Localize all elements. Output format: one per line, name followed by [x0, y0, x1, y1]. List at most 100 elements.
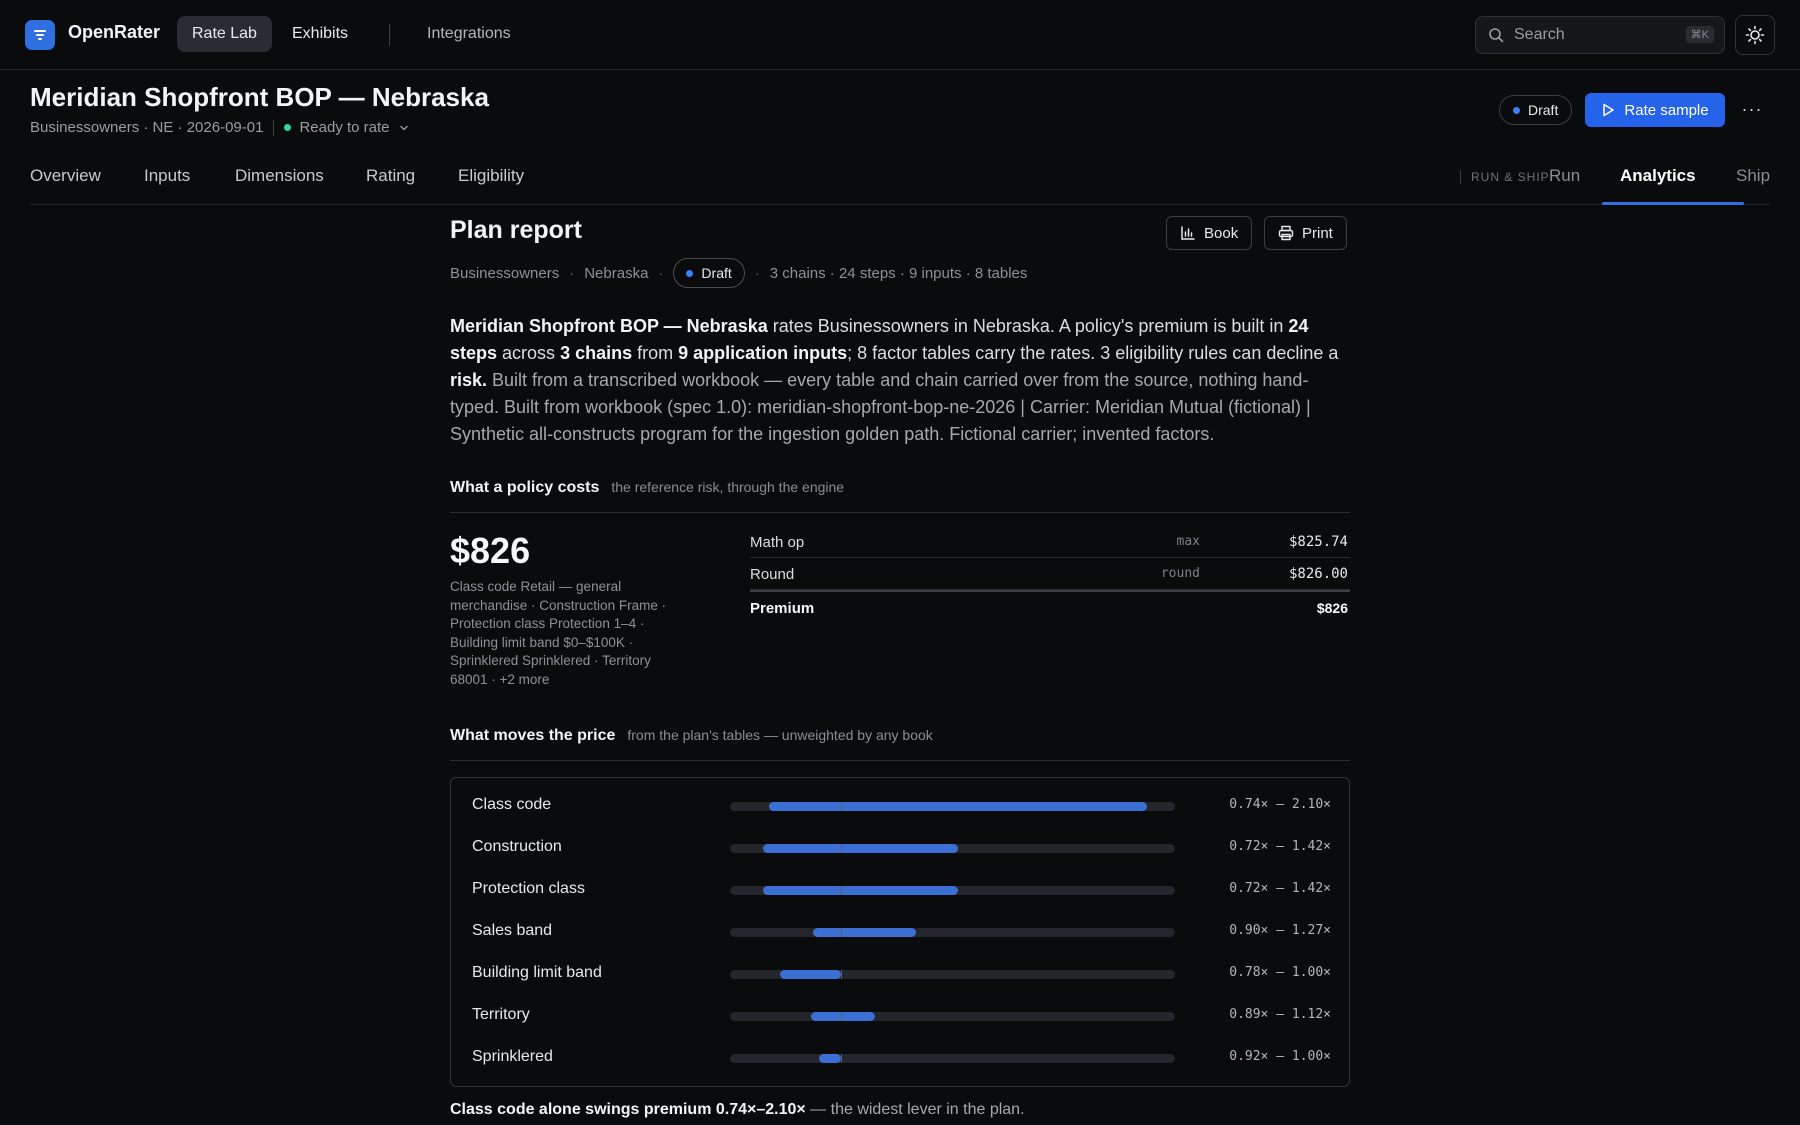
factor-name: Sprinklered [472, 1048, 553, 1065]
tab-eligibility[interactable]: Eligibility [458, 166, 524, 186]
moves-subheading: from the plan's tables — unweighted by a… [627, 727, 933, 743]
nav-exhibits[interactable]: Exhibits [277, 16, 363, 52]
tab-analytics[interactable]: Analytics [1620, 166, 1696, 186]
draft-label: Draft [1528, 102, 1559, 118]
factor-range-track [730, 970, 1175, 979]
calc-row: Math op max $825.74 [750, 526, 1350, 558]
status-dropdown[interactable]: Ready to rate [284, 119, 409, 136]
tab-ship[interactable]: Ship [1736, 166, 1770, 186]
factor-row: Sprinklered 0.92× – 1.00× [451, 1043, 1351, 1073]
sun-icon [1745, 25, 1765, 45]
factor-row: Construction 0.72× – 1.42× [451, 833, 1351, 863]
factor-range-bar [813, 928, 917, 937]
factor-range-label: 0.89× – 1.12× [1229, 1007, 1331, 1022]
tab-overview[interactable]: Overview [30, 166, 101, 186]
brand-name: OpenRater [68, 22, 161, 42]
meta-state: Nebraska [584, 264, 649, 282]
rate-sample-label: Rate sample [1624, 101, 1709, 119]
factor-range-label: 0.92× – 1.00× [1229, 1049, 1331, 1064]
insight-bold: Class code alone swings premium 0.74×–2.… [450, 1101, 806, 1118]
calc-total-label: Premium [750, 600, 815, 617]
insight-rest: — the widest lever in the plan. [805, 1101, 1025, 1118]
calc-value: $826.00 [1288, 566, 1348, 582]
active-tab-indicator [1602, 202, 1744, 205]
factor-range-bar [819, 1054, 842, 1063]
factor-ranges-panel: Class code 0.74× – 2.10× Construction 0.72×… [450, 777, 1350, 1087]
tab-rating[interactable]: Rating [366, 166, 415, 186]
tab-run[interactable]: Run [1549, 166, 1580, 186]
factor-name: Protection class [472, 880, 585, 897]
baseline-tick [841, 1054, 843, 1063]
bar-chart-icon [1181, 226, 1195, 240]
search-box[interactable]: ⌘K [1475, 16, 1725, 54]
calc-label: Round [750, 566, 795, 583]
factor-range-label: 0.78× – 1.00× [1229, 965, 1331, 980]
baseline-tick [841, 928, 843, 937]
app-logo-icon[interactable] [25, 20, 55, 50]
search-input[interactable] [1514, 26, 1664, 44]
premium-amount: $826 [450, 530, 531, 571]
meta-draft-badge: Draft [673, 258, 745, 288]
nav-rate-lab[interactable]: Rate Lab [177, 16, 272, 52]
calc-total-row: Premium $826 [750, 590, 1350, 622]
factor-range-track [730, 928, 1175, 937]
factor-row: Protection class 0.72× – 1.42× [451, 875, 1351, 905]
factor-range-track [730, 1054, 1175, 1063]
book-button[interactable]: Book [1166, 216, 1253, 250]
draft-dot [1513, 106, 1520, 114]
desc-text: ; 8 factor tables carry the rates. 3 eli… [847, 343, 1339, 363]
calc-total-value: $826 [1316, 600, 1348, 616]
factor-range-bar [768, 802, 1148, 811]
report-meta: Businessowners · Nebraska · Draft · 3 ch… [450, 258, 1027, 288]
cost-heading: What a policy costs [450, 479, 600, 496]
cost-subheading: the reference risk, through the engine [611, 479, 845, 495]
print-label: Print [1302, 224, 1333, 242]
report-title: Plan report [450, 216, 582, 244]
page-subtitle: Businessowners · NE · 2026-09-01 Ready t… [30, 119, 410, 136]
factor-name: Sales band [472, 922, 553, 939]
baseline-tick [841, 1012, 843, 1021]
factor-name: Territory [472, 1006, 530, 1023]
theme-toggle-button[interactable] [1735, 15, 1775, 55]
report-description: Meridian Shopfront BOP — Nebraska rates … [450, 313, 1350, 448]
key-insight: Class code alone swings premium 0.74×–2.… [450, 1101, 1025, 1119]
factor-range-label: 0.74× – 2.10× [1229, 797, 1331, 812]
cost-section-header: What a policy costs the reference risk, … [450, 479, 1350, 513]
search-icon [1489, 28, 1504, 43]
factor-range-track [730, 802, 1175, 811]
tab-dimensions[interactable]: Dimensions [235, 166, 324, 186]
factor-range-bar [780, 970, 842, 979]
top-bar: OpenRater Rate Lab Exhibits Integrations… [0, 0, 1800, 70]
nav-integrations[interactable]: Integrations [412, 16, 526, 52]
desc-inputs: 9 application inputs [678, 343, 848, 363]
draft-badge: Draft [1499, 95, 1573, 125]
more-options-icon[interactable]: ··· [1740, 97, 1764, 121]
print-button[interactable]: Print [1264, 216, 1347, 250]
play-icon [1603, 103, 1615, 117]
factor-row: Building limit band 0.78× – 1.00× [451, 959, 1351, 989]
desc-chains: 3 chains [560, 343, 633, 363]
calc-op: max [1176, 534, 1200, 549]
desc-risk: risk. [450, 370, 488, 390]
factor-range-track [730, 844, 1175, 853]
printer-icon [1278, 225, 1294, 241]
factor-row: Territory 0.89× – 1.12× [451, 1001, 1351, 1031]
meta-line: Businessowners [450, 264, 560, 282]
rate-sample-button[interactable]: Rate sample [1585, 93, 1725, 127]
desc-text: across [497, 343, 561, 363]
factor-range-bar [810, 1012, 875, 1021]
factor-range-track [730, 886, 1175, 895]
meta-stats: 3 chains · 24 steps · 9 inputs · 8 table… [769, 264, 1028, 282]
status-label: Ready to rate [299, 119, 390, 136]
meta-draft-label: Draft [701, 265, 732, 281]
calc-op: round [1160, 566, 1200, 581]
run-ship-group-label: RUN & SHIP [1460, 170, 1550, 184]
factor-name: Class code [472, 796, 552, 813]
baseline-tick [841, 886, 843, 895]
factor-range-label: 0.72× – 1.42× [1229, 839, 1331, 854]
tab-inputs[interactable]: Inputs [144, 166, 190, 186]
factor-range-track [730, 1012, 1175, 1021]
desc-text: rates Businessowners in Nebraska. A poli… [767, 316, 1289, 336]
chevron-down-icon [399, 125, 408, 130]
subtitle-divider [273, 119, 275, 136]
